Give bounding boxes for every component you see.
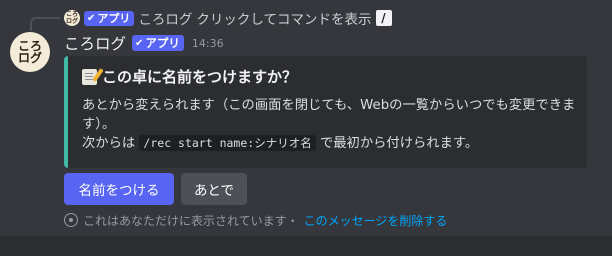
reply-context[interactable]: ころ ログ ✔ アプリ ころログ クリックしてコマンドを表示 / xyxy=(64,8,392,28)
embed-desc-prefix: 次からは xyxy=(82,136,136,151)
slash-command-icon: / xyxy=(375,10,392,26)
bot-message: ころ ログ ✔ アプリ ころログ クリックしてコマンドを表示 / ころ ログ こ… xyxy=(0,0,612,236)
embed-desc-line2: 次からは /rec start name:シナリオ名 で最初から付けられます。 xyxy=(82,134,582,153)
timestamp[interactable]: 14:36 xyxy=(192,37,224,50)
inline-code: /rec start name:シナリオ名 xyxy=(139,135,316,151)
ephemeral-notice: これはあなただけに表示されています・ このメッセージを削除する xyxy=(64,211,447,229)
reply-command-text[interactable]: クリックしてコマンドを表示 xyxy=(196,8,371,28)
reply-app-badge-label: アプリ xyxy=(97,12,131,25)
later-button[interactable]: あとで xyxy=(181,173,247,205)
avatar-line2: ログ xyxy=(17,51,42,65)
embed-description: あとから変えられます（この画面を閉じても、Webの一覧からいつでも変更できます）… xyxy=(82,96,582,153)
embed: この卓に名前をつけますか？ あとから変えられます（この画面を閉じても、Webの一… xyxy=(64,56,587,168)
embed-desc-suffix: で最初から付けられます。 xyxy=(319,136,479,151)
memo-icon xyxy=(82,68,97,85)
chat-background xyxy=(0,236,612,256)
reply-avatar-line1: ころ xyxy=(65,11,78,18)
embed-title: この卓に名前をつけますか？ xyxy=(82,66,297,87)
reply-app-badge: ✔ アプリ xyxy=(84,10,135,26)
set-name-button[interactable]: 名前をつける xyxy=(64,173,174,205)
app-badge: ✔ アプリ xyxy=(132,35,184,51)
app-badge-label: アプリ xyxy=(145,36,180,50)
reply-spine xyxy=(30,17,60,31)
author-name[interactable]: ころログ xyxy=(64,32,126,54)
check-icon: ✔ xyxy=(87,12,96,24)
reply-avatar[interactable]: ころ ログ xyxy=(64,10,80,26)
check-icon: ✔ xyxy=(135,37,144,49)
embed-title-text: この卓に名前をつけますか？ xyxy=(102,68,298,86)
message-header: ころログ ✔ アプリ 14:36 xyxy=(64,33,224,53)
reply-avatar-line2: ログ xyxy=(65,18,78,25)
avatar[interactable]: ころ ログ xyxy=(10,32,50,72)
ephemeral-text: これはあなただけに表示されています・ xyxy=(83,213,299,228)
reply-author[interactable]: ころログ xyxy=(138,8,192,28)
eye-icon xyxy=(64,213,78,227)
dismiss-message-link[interactable]: このメッセージを削除する xyxy=(304,212,448,229)
embed-desc-line1: あとから変えられます（この画面を閉じても、Webの一覧からいつでも変更できます）… xyxy=(82,98,576,132)
